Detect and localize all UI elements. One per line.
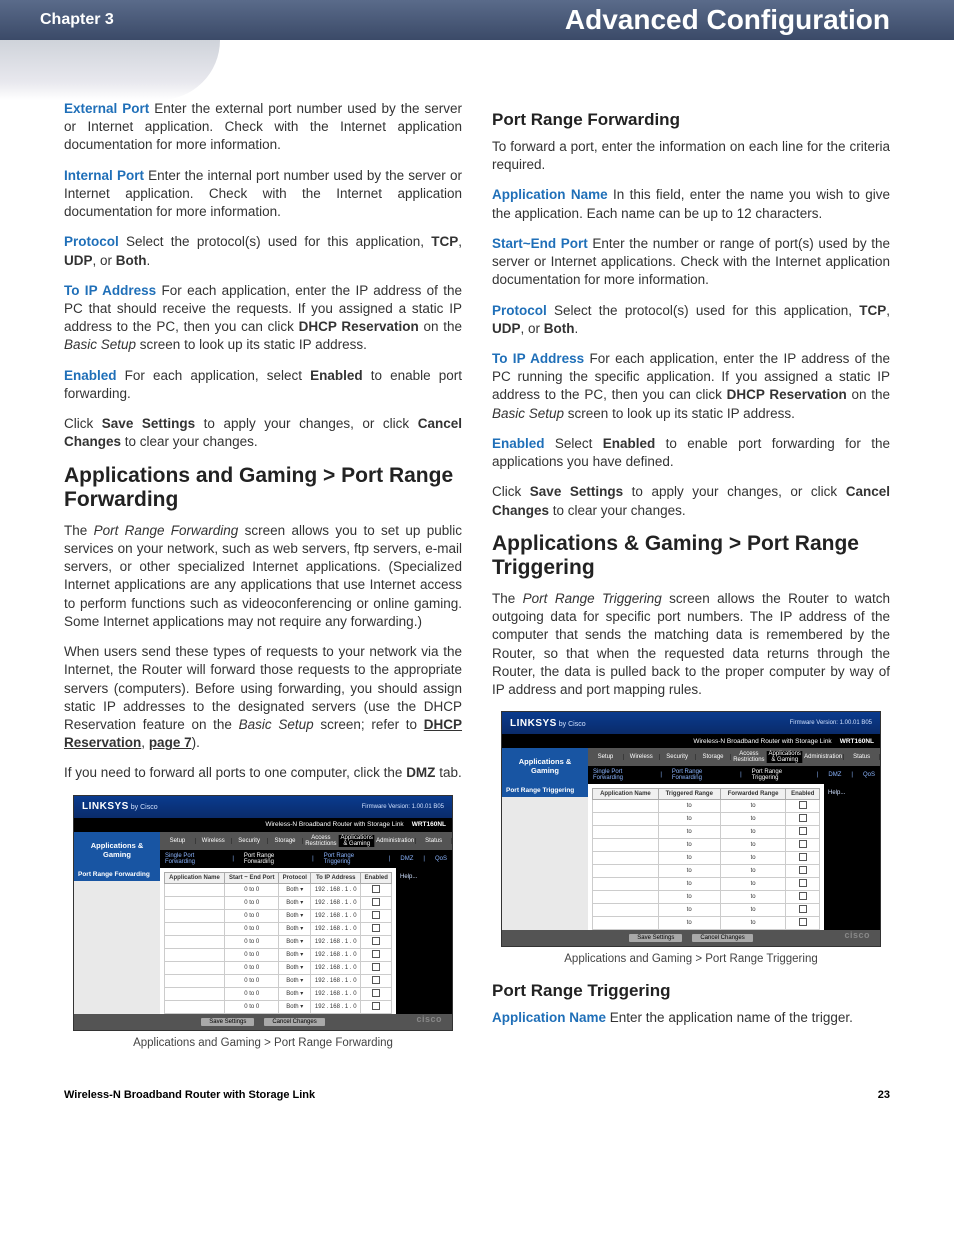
left-column: External Port Enter the external port nu… — [64, 100, 462, 1065]
right-column: Port Range Forwarding To forward a port,… — [492, 100, 890, 1065]
chapter-label: Chapter 3 — [40, 11, 114, 29]
para-protocol: Protocol Select the protocol(s) used for… — [64, 233, 462, 269]
heading-prf: Applications and Gaming > Port Range For… — [64, 464, 462, 512]
para-protocol: Protocol Select the protocol(s) used for… — [492, 302, 890, 338]
cisco-logo: cisco — [844, 930, 870, 940]
footer-title: Wireless-N Broadband Router with Storage… — [64, 1089, 315, 1101]
screenshot-prf: LINKSYS by CiscoFirmware Version: 1.00.0… — [73, 795, 453, 1031]
para-to-ip: To IP Address For each application, ente… — [492, 350, 890, 423]
para-app-name-trigger: Application Name Enter the application n… — [492, 1009, 890, 1027]
para-to-ip: To IP Address For each application, ente… — [64, 282, 462, 355]
term: External Port — [64, 101, 149, 116]
para-external-port: External Port Enter the external port nu… — [64, 100, 462, 155]
para: To forward a port, enter the information… — [492, 138, 890, 174]
para-prf-2: When users send these types of requests … — [64, 643, 462, 752]
screenshot-caption: Applications and Gaming > Port Range Tri… — [492, 953, 890, 965]
page-title: Advanced Configuration — [565, 4, 890, 36]
page-footer: Wireless-N Broadband Router with Storage… — [0, 1065, 954, 1101]
para-prt-1: The Port Range Triggering screen allows … — [492, 590, 890, 699]
heading-prt: Applications & Gaming > Port Range Trigg… — [492, 532, 890, 580]
screenshot-prt: LINKSYS by CiscoFirmware Version: 1.00.0… — [501, 711, 881, 947]
para-app-name: Application Name In this field, enter th… — [492, 186, 890, 222]
para-start-end: Start~End Port Enter the number or range… — [492, 235, 890, 290]
page-number: 23 — [878, 1089, 890, 1101]
para-enabled: Enabled For each application, select Ena… — [64, 367, 462, 403]
term: Internal Port — [64, 168, 144, 183]
cisco-logo: cisco — [416, 1014, 442, 1024]
link-page-7[interactable]: page 7 — [149, 735, 192, 750]
para-prf-1: The Port Range Forwarding screen allows … — [64, 522, 462, 631]
heading-prf-sub: Port Range Forwarding — [492, 110, 890, 130]
para-prf-3: If you need to forward all ports to one … — [64, 764, 462, 782]
para-save-cancel: Click Save Settings to apply your change… — [492, 483, 890, 519]
para-enabled: Enabled Select Enabled to enable port fo… — [492, 435, 890, 471]
para-internal-port: Internal Port Enter the internal port nu… — [64, 167, 462, 222]
heading-prt-sub: Port Range Triggering — [492, 981, 890, 1001]
screenshot-caption: Applications and Gaming > Port Range For… — [64, 1037, 462, 1049]
para-save-cancel: Click Save Settings to apply your change… — [64, 415, 462, 451]
page-header: Chapter 3 Advanced Configuration — [0, 0, 954, 40]
